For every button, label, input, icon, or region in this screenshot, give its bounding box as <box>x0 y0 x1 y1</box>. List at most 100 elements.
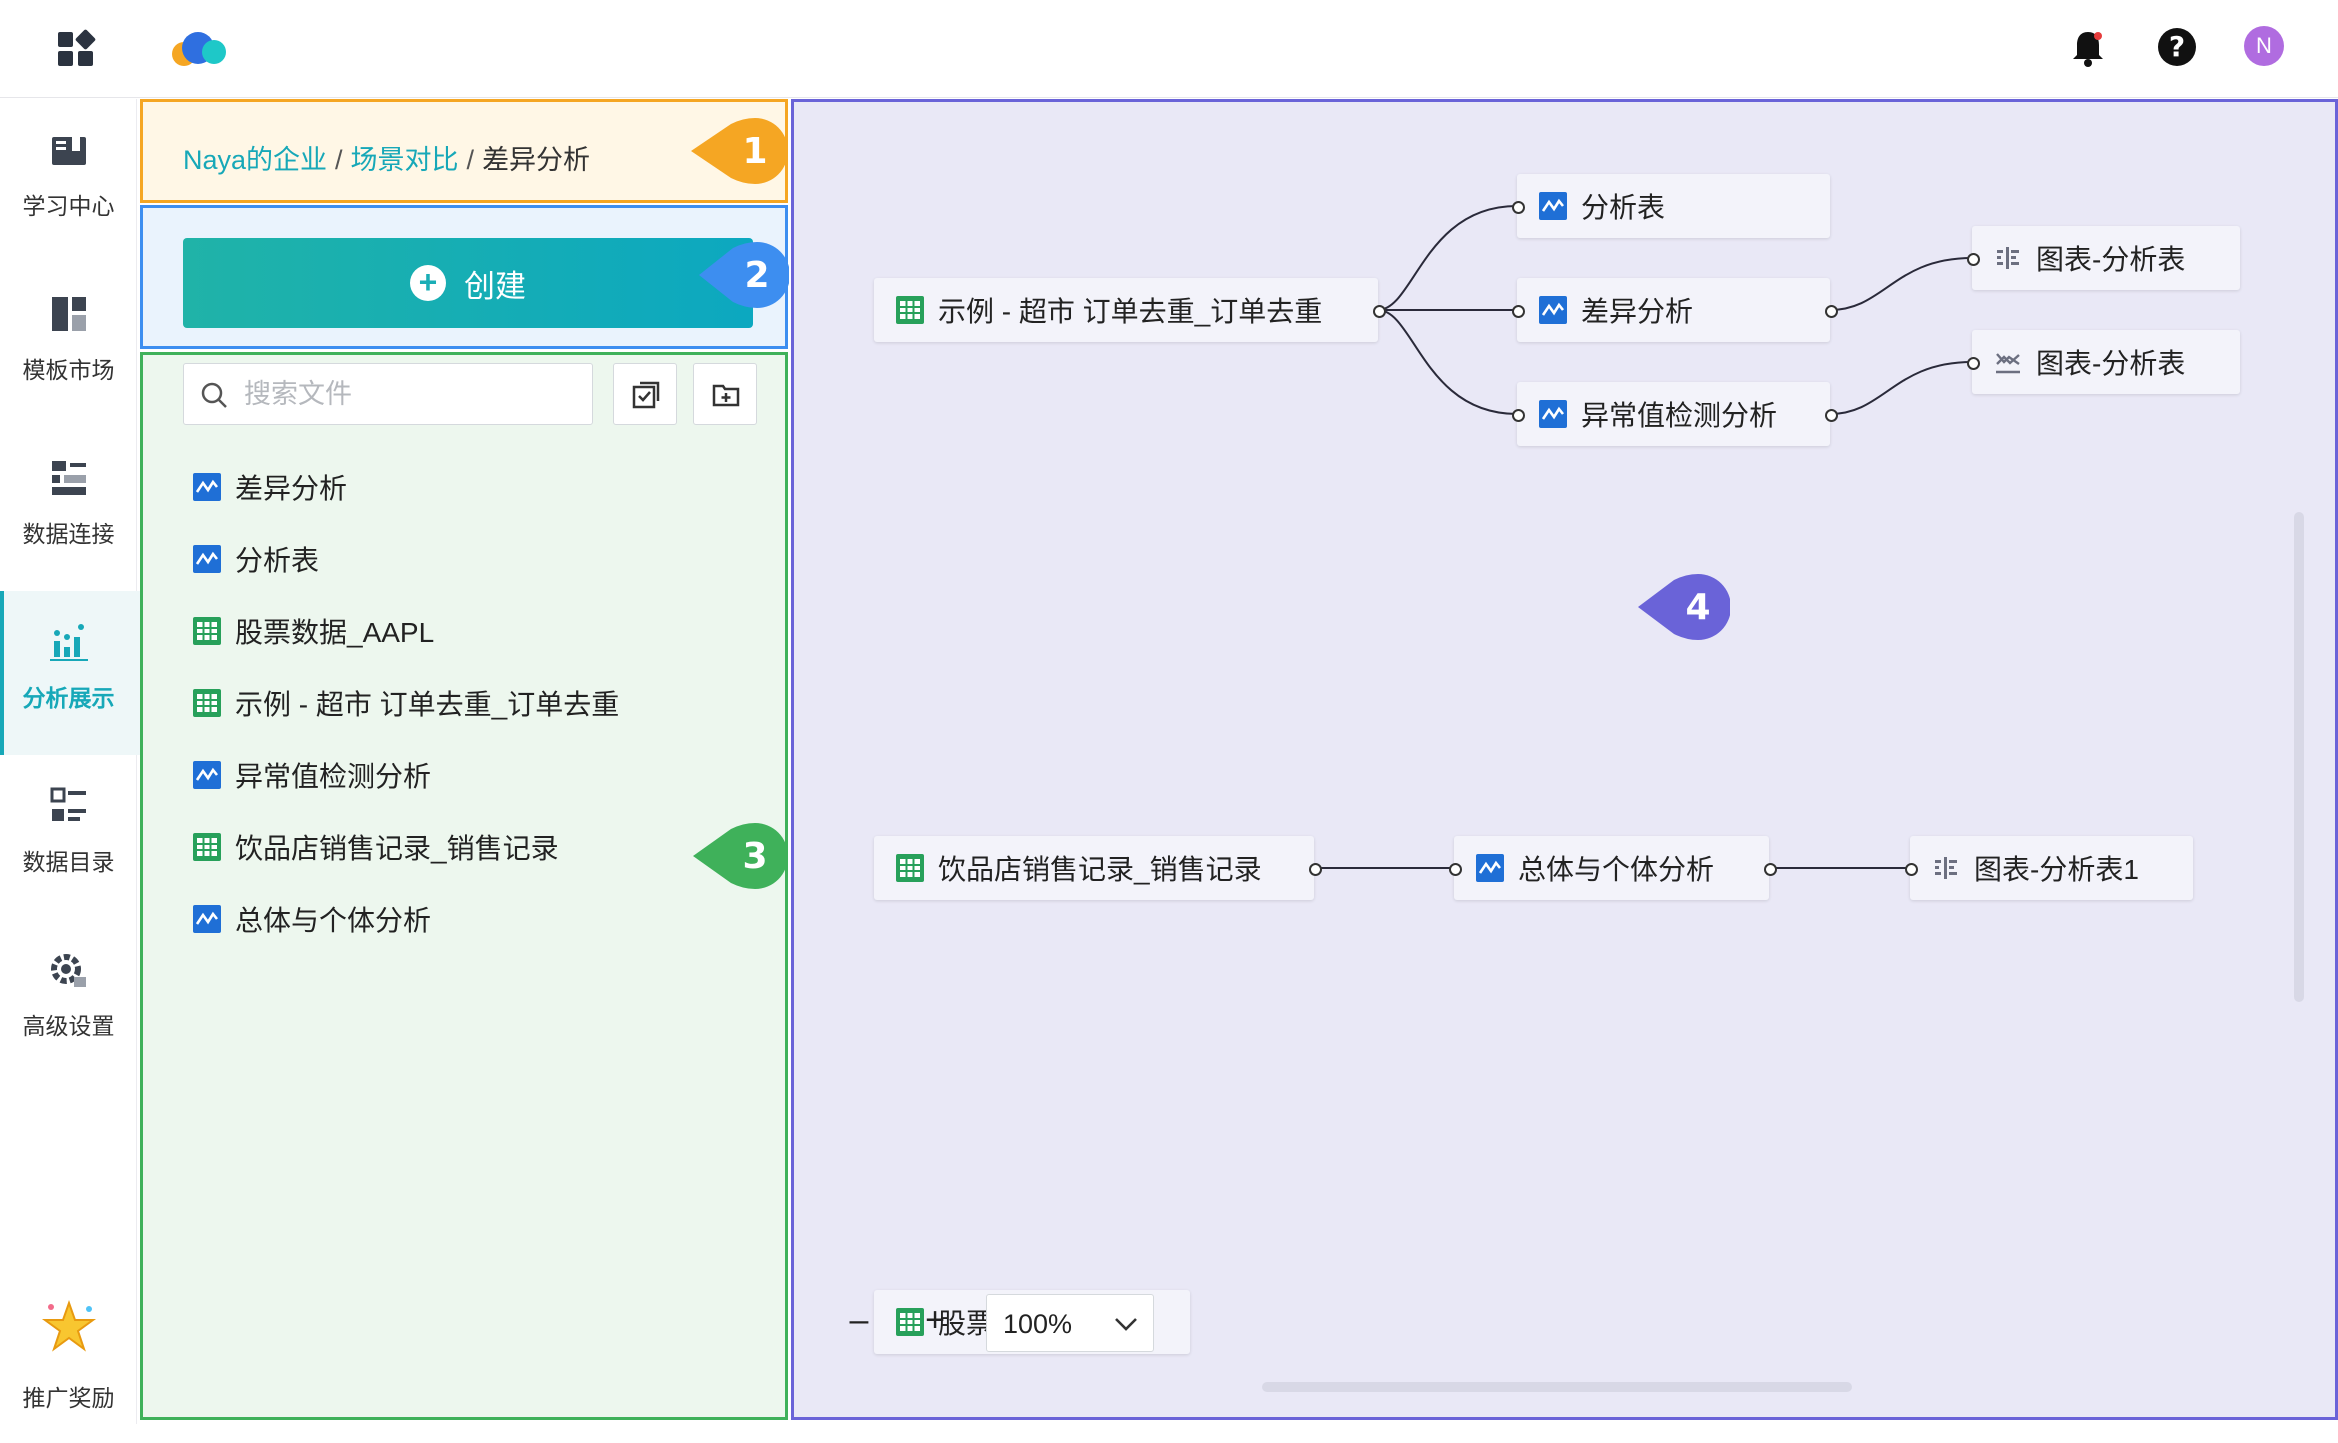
callout-number: 3 <box>742 836 767 877</box>
gear-icon <box>51 954 86 987</box>
file-name: 异常值检测分析 <box>235 761 432 792</box>
nav-label: 模板市场 <box>22 357 115 383</box>
node-label: 总体与个体分析 <box>1518 854 1715 885</box>
analysis-icon <box>1539 400 1567 428</box>
node-port <box>1967 357 1980 370</box>
lineage-node-analysis[interactable]: 差异分析 <box>1517 278 1830 342</box>
file-item[interactable]: 异常值检测分析 <box>193 749 431 801</box>
star-reward-icon <box>41 1299 97 1352</box>
lineage-node-analysis[interactable]: 分析表 <box>1517 174 1830 238</box>
node-label: 图表-分析表 <box>2036 348 2186 379</box>
zoom-value: 100% <box>1003 1309 1073 1339</box>
template-icon <box>52 297 86 331</box>
lineage-node-chart[interactable]: 图表-分析表1 <box>1910 836 2193 900</box>
table-icon <box>896 854 924 882</box>
lineage-node-table[interactable]: 示例 - 超市 订单去重_订单去重 <box>874 278 1378 342</box>
checkbox-edit-icon <box>632 381 660 409</box>
nav-label: 数据目录 <box>22 849 115 875</box>
analysis-icon <box>1539 296 1567 324</box>
node-port <box>1764 863 1777 876</box>
node-label: 异常值检测分析 <box>1581 400 1778 431</box>
lineage-node-analysis[interactable]: 异常值检测分析 <box>1517 382 1830 446</box>
node-label: 图表-分析表 <box>2036 244 2186 275</box>
lineage-node-analysis[interactable]: 总体与个体分析 <box>1454 836 1769 900</box>
nav-item-referral-reward[interactable]: 推广奖励 <box>0 1279 137 1443</box>
search-icon <box>201 382 227 408</box>
catalog-list-icon <box>50 787 86 821</box>
lineage-node-table[interactable]: 饮品店销售记录_销售记录 <box>874 836 1314 900</box>
multi-select-button[interactable] <box>613 363 677 425</box>
callout-1-marker: 1 <box>691 118 788 184</box>
file-item[interactable]: 饮品店销售记录_销售记录 <box>193 821 559 873</box>
node-label: 饮品店销售记录_销售记录 <box>938 854 1262 885</box>
zoom-in-button[interactable]: + <box>920 1300 950 1340</box>
avatar[interactable]: N <box>2244 26 2284 66</box>
cloud-logo[interactable] <box>166 24 236 72</box>
node-port <box>1309 863 1322 876</box>
analysis-icon <box>1539 192 1567 220</box>
file-item[interactable]: 分析表 <box>193 533 319 585</box>
breadcrumb-org-link[interactable]: Naya的企业 <box>183 145 327 175</box>
breadcrumb-project-link[interactable]: 场景对比 <box>351 145 459 175</box>
create-button-label: 创建 <box>464 268 526 304</box>
create-panel: + 创建 2 <box>140 205 789 349</box>
search-box[interactable] <box>183 363 593 425</box>
vertical-scrollbar[interactable] <box>2294 512 2304 1002</box>
chevron-down-icon <box>1115 1318 1137 1331</box>
new-folder-button[interactable] <box>693 363 757 425</box>
callout-3-marker: 3 <box>693 823 788 889</box>
table-icon <box>193 689 221 717</box>
apps-grid-icon[interactable] <box>56 28 96 68</box>
analysis-icon <box>193 545 221 573</box>
file-item[interactable]: 股票数据_AAPL <box>193 605 434 657</box>
callout-4-marker: 4 <box>1638 574 1730 640</box>
file-name: 股票数据_AAPL <box>235 617 435 648</box>
node-port <box>1512 409 1525 422</box>
node-label: 示例 - 超市 订单去重_订单去重 <box>938 296 1323 327</box>
node-label: 差异分析 <box>1581 296 1694 327</box>
nav-item-analysis[interactable]: 分析展示 <box>0 591 141 755</box>
nav-label: 高级设置 <box>22 1013 115 1039</box>
file-name: 分析表 <box>235 545 320 576</box>
search-input[interactable] <box>242 374 572 414</box>
node-label: 图表-分析表1 <box>1974 854 2139 885</box>
breadcrumb-separator: / <box>466 145 475 175</box>
file-name: 总体与个体分析 <box>235 905 432 936</box>
file-item[interactable]: 示例 - 超市 订单去重_订单去重 <box>193 677 619 729</box>
file-name: 差异分析 <box>235 473 348 504</box>
nav-item-data-catalog[interactable]: 数据目录 <box>0 755 137 919</box>
horizontal-scrollbar[interactable] <box>1262 1382 1852 1392</box>
table-icon <box>193 617 221 645</box>
node-port <box>1449 863 1462 876</box>
bar-chart-icon <box>1997 247 2019 269</box>
node-port <box>1967 253 1980 266</box>
zoom-select[interactable]: 100% <box>986 1294 1154 1352</box>
nav-item-template-market[interactable]: 模板市场 <box>0 263 137 427</box>
bell-icon[interactable] <box>2070 28 2106 68</box>
nav-label: 数据连接 <box>22 521 115 547</box>
top-bar: ? N <box>0 0 2338 98</box>
file-item[interactable]: 总体与个体分析 <box>193 893 431 945</box>
zoom-out-button[interactable]: – <box>844 1300 874 1340</box>
node-port <box>1512 201 1525 214</box>
create-button[interactable]: + 创建 <box>183 238 753 328</box>
folder-add-icon <box>712 384 740 407</box>
callout-number: 2 <box>744 255 769 296</box>
breadcrumb-current: 差异分析 <box>482 145 591 175</box>
lineage-node-chart[interactable]: 图表-分析表 <box>1972 226 2240 290</box>
table-icon <box>193 833 221 861</box>
node-port <box>1825 305 1838 318</box>
plus-circle-icon: + <box>410 265 446 301</box>
nav-item-learning-center[interactable]: 学习中心 <box>0 99 137 263</box>
callout-number: 1 <box>742 131 767 172</box>
help-icon[interactable]: ? <box>2158 28 2196 66</box>
file-item[interactable]: 差异分析 <box>193 461 347 513</box>
lineage-canvas[interactable]: 示例 - 超市 订单去重_订单去重 分析表 差异分析 异常值检测分析 图表-分析… <box>791 99 2338 1420</box>
lineage-node-chart[interactable]: 图表-分析表 <box>1972 330 2240 394</box>
nav-label: 推广奖励 <box>22 1385 115 1411</box>
nav-item-data-connect[interactable]: 数据连接 <box>0 427 137 591</box>
nav-item-advanced-settings[interactable]: 高级设置 <box>0 919 137 1083</box>
node-port <box>1905 863 1918 876</box>
callout-number: 4 <box>1685 587 1710 628</box>
file-panel: 差异分析 分析表 股票数据_AAPL 示例 - 超市 订单去重_订单去重 异常值… <box>140 352 788 1420</box>
